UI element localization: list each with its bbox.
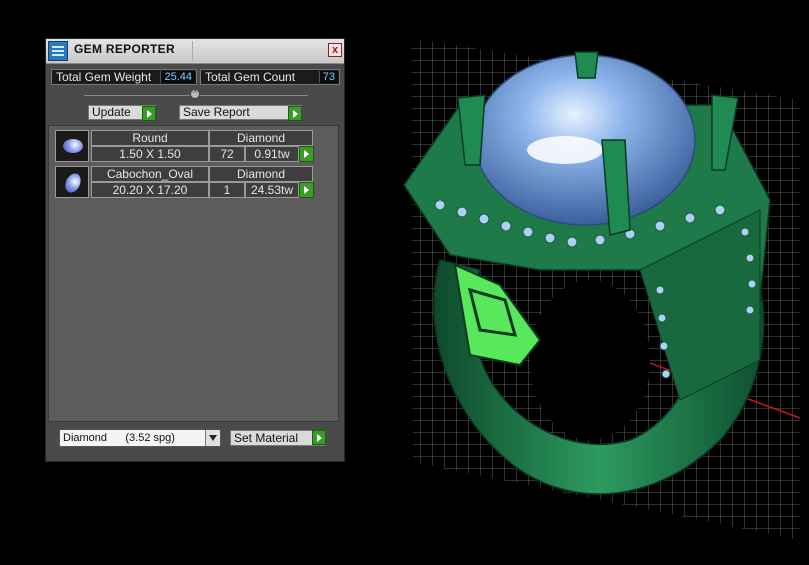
gem-row[interactable]: Cabochon_Oval Diamond 20.20 X 17.20 1 24… — [55, 166, 314, 198]
gem-size: 1.50 X 1.50 — [91, 146, 209, 162]
title-separator — [192, 41, 193, 61]
gem-list: Round Diamond 1.50 X 1.50 72 0.91tw Cabo… — [48, 125, 339, 422]
play-arrow-icon[interactable] — [312, 430, 326, 445]
gem-material: Diamond — [209, 166, 313, 182]
play-arrow-icon[interactable] — [142, 106, 156, 121]
gem-weight: 0.91tw — [245, 146, 299, 162]
total-gem-count-value: 73 — [318, 71, 338, 83]
report-icon — [48, 41, 68, 61]
gem-row[interactable]: Round Diamond 1.50 X 1.50 72 0.91tw — [55, 130, 314, 162]
gem-count: 72 — [209, 146, 245, 162]
gem-weight: 24.53tw — [245, 182, 299, 198]
total-gem-weight-label: Total Gem Weight — [56, 70, 152, 84]
gem-reporter-panel: GEM REPORTER x Total Gem Weight 25.44 To… — [45, 38, 345, 462]
gem-shape: Round — [91, 130, 209, 146]
update-button[interactable]: Update — [88, 105, 156, 121]
material-select[interactable]: Diamond (3.52 spg) — [59, 429, 221, 447]
row-arrow-icon[interactable] — [299, 182, 314, 198]
expand-knob-icon[interactable]: ^ — [190, 89, 200, 99]
total-gem-count: Total Gem Count 73 — [200, 69, 340, 85]
total-gem-weight: Total Gem Weight 25.44 — [51, 69, 197, 85]
material-select-value: Diamond (3.52 spg) — [63, 432, 175, 444]
round-gem-icon — [63, 139, 83, 153]
gem-material: Diamond — [209, 130, 313, 146]
total-gem-count-label: Total Gem Count — [205, 70, 296, 84]
update-button-label: Update — [92, 105, 131, 119]
set-material-button[interactable]: Set Material — [230, 430, 326, 446]
panel-title: GEM REPORTER — [74, 42, 175, 56]
gem-shape: Cabochon_Oval — [91, 166, 209, 182]
row-arrow-icon[interactable] — [299, 146, 314, 162]
gem-thumbnail — [55, 166, 89, 198]
save-report-button-label: Save Report — [183, 105, 250, 119]
play-arrow-icon[interactable] — [288, 106, 302, 121]
title-bar[interactable]: GEM REPORTER x — [46, 39, 344, 64]
gem-count: 1 — [209, 182, 245, 198]
close-button[interactable]: x — [328, 43, 342, 57]
gem-size: 20.20 X 17.20 — [91, 182, 209, 198]
chevron-down-icon[interactable] — [205, 430, 220, 446]
total-gem-weight-value: 25.44 — [160, 71, 195, 83]
save-report-button[interactable]: Save Report — [179, 105, 302, 121]
set-material-label: Set Material — [234, 431, 299, 445]
oval-gem-icon — [62, 170, 84, 196]
gem-thumbnail — [55, 130, 89, 162]
